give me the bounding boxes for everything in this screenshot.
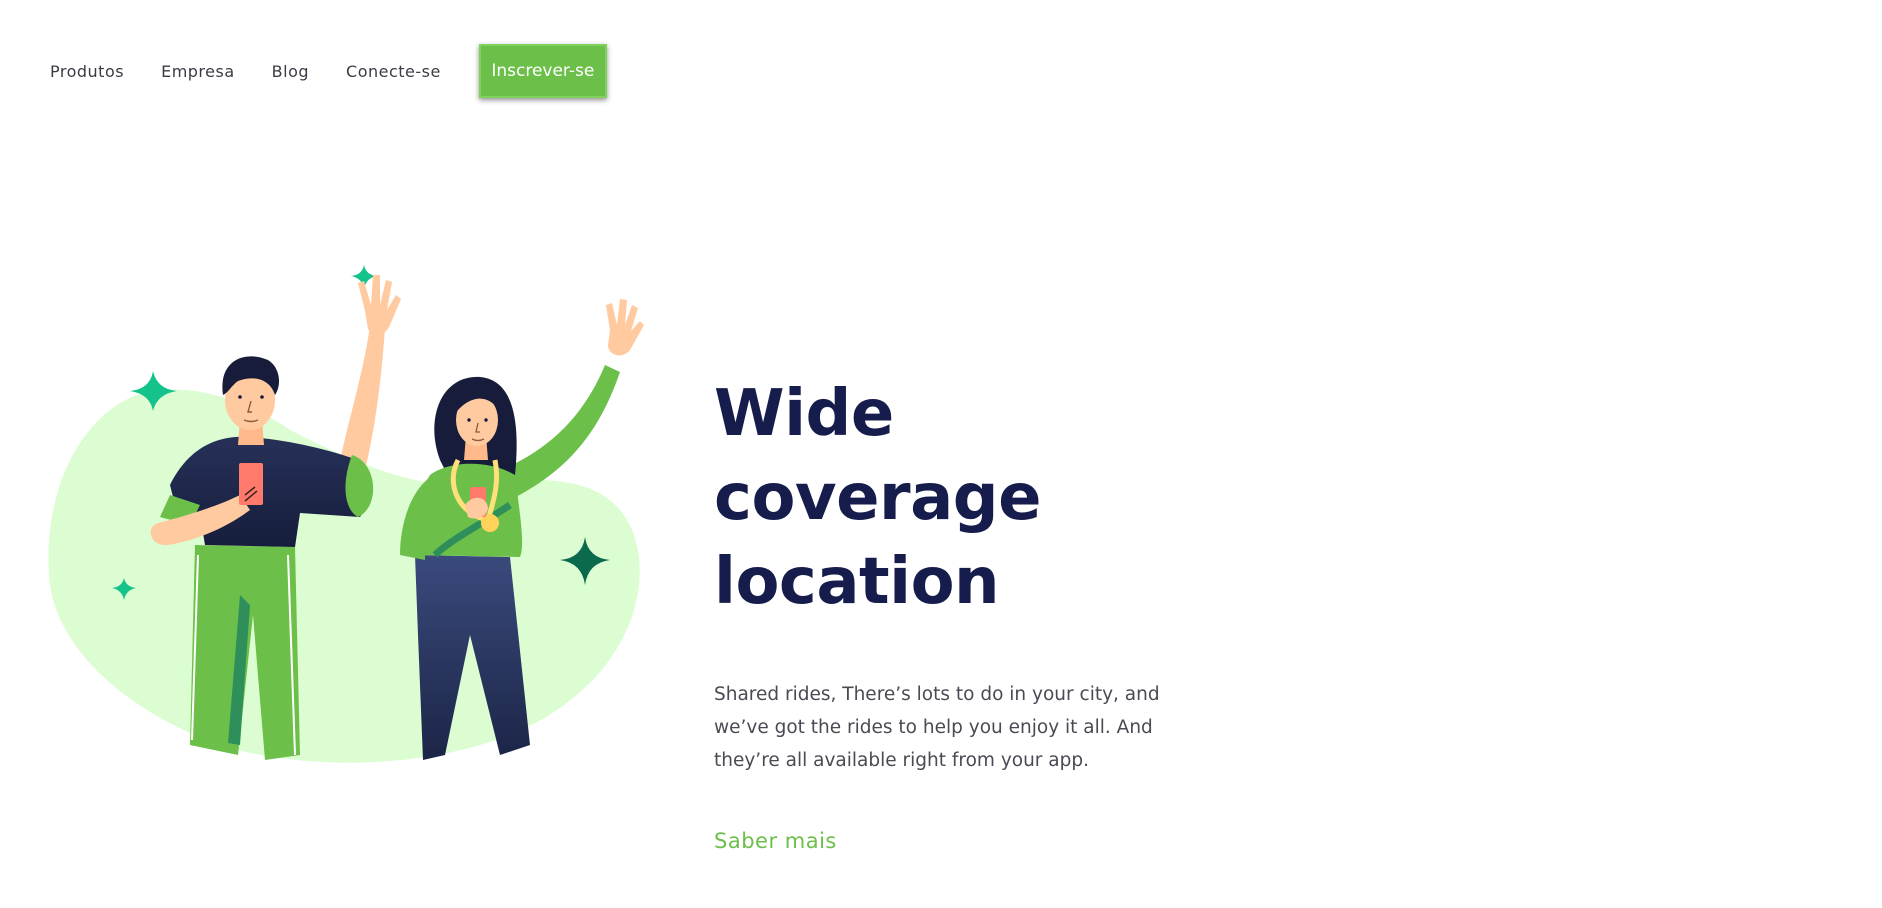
hero-title: Wide coverage location (714, 372, 1234, 624)
learn-more-link[interactable]: Saber mais (714, 829, 837, 853)
two-people-waving-illustration (48, 265, 644, 763)
nav-link-blog[interactable]: Blog (272, 62, 309, 81)
signup-button[interactable]: Inscrever-se (478, 44, 607, 98)
landing-page: Produtos Empresa Blog Conecte-se Inscrev… (0, 0, 1882, 908)
nav-link-empresa[interactable]: Empresa (161, 62, 235, 81)
hero-title-line1: Wide coverage (714, 377, 1042, 535)
hero-title-line2: location (714, 545, 1000, 619)
nav-link-produtos[interactable]: Produtos (50, 62, 124, 81)
hero-section: Wide coverage location Shared rides, The… (714, 372, 1234, 853)
main-nav: Produtos Empresa Blog Conecte-se Inscrev… (50, 44, 607, 98)
hero-description: Shared rides, There’s lots to do in your… (714, 684, 1160, 771)
nav-link-conecte-se[interactable]: Conecte-se (346, 62, 441, 81)
